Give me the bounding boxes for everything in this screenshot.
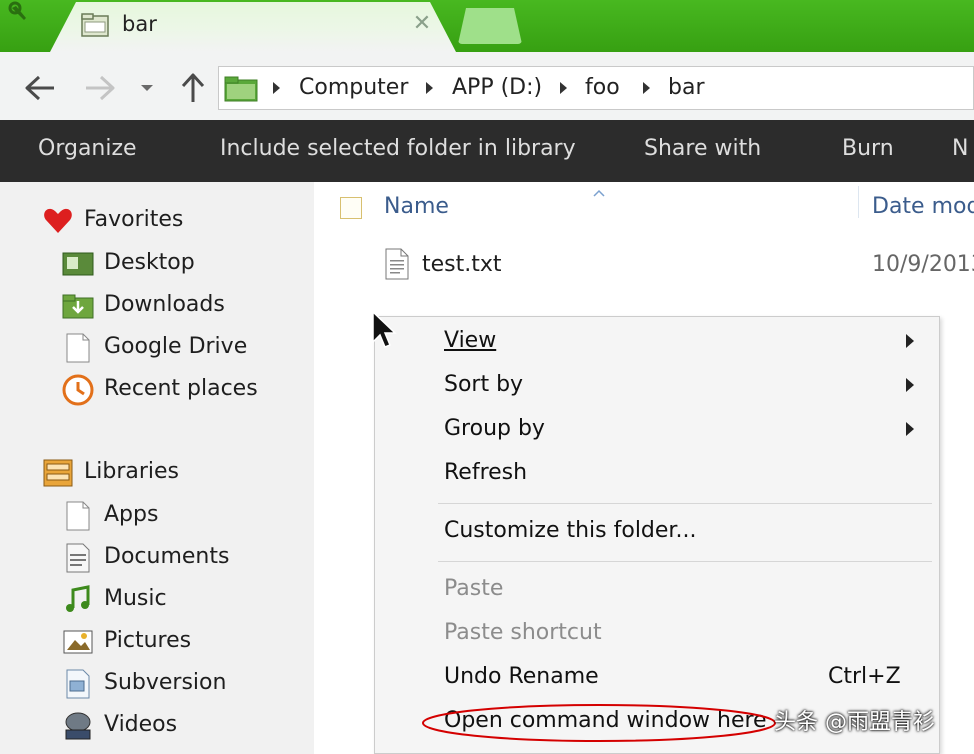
folder-icon [224,76,258,102]
sidebar-item-videos[interactable]: Videos [62,708,282,744]
breadcrumb-app-drive[interactable]: APP (D:) [452,72,542,104]
breadcrumb-separator-icon[interactable] [273,82,280,94]
wrench-icon[interactable] [4,0,44,44]
breadcrumb-separator-icon[interactable] [426,82,433,94]
menu-item-sort-by[interactable]: Sort by [444,372,523,397]
sidebar-item-apps[interactable]: Apps [62,498,282,534]
menu-item-customize-folder[interactable]: Customize this folder... [444,518,696,543]
column-divider[interactable] [858,186,859,218]
burn-button[interactable]: Burn [842,136,894,161]
menu-item-undo-rename[interactable]: Undo Rename [444,664,599,689]
menu-separator [438,561,932,562]
text-file-icon [384,248,410,280]
sidebar-item-desktop[interactable]: Desktop [62,246,282,282]
breadcrumb-bar[interactable]: bar [668,72,705,104]
document-icon [62,500,94,532]
sidebar-item-documents[interactable]: Documents [62,540,282,576]
menu-separator [438,503,932,504]
submenu-arrow-icon [906,378,914,392]
mouse-cursor-icon [370,310,398,352]
subversion-icon [62,668,94,700]
downloads-folder-icon [62,290,94,322]
menu-item-paste-shortcut[interactable]: Paste shortcut [444,620,602,645]
menu-item-group-by[interactable]: Group by [444,416,545,441]
column-header-date-modified[interactable]: Date mod [872,194,974,219]
undo-shortcut-label: Ctrl+Z [828,664,901,689]
file-name[interactable]: test.txt [422,252,502,277]
breadcrumb-separator-icon[interactable] [560,82,567,94]
libraries-header[interactable]: Libraries [42,455,242,491]
library-icon [42,457,74,489]
sidebar-item-recent-places[interactable]: Recent places [62,372,302,408]
organize-button[interactable]: Organize [38,136,137,161]
file-date-modified: 10/9/2013 [872,252,974,277]
column-header-name[interactable]: Name [384,194,449,219]
music-icon [62,584,94,616]
up-arrow-icon[interactable] [176,68,210,108]
tab-bar[interactable] [50,2,456,52]
tab-title: bar [122,12,157,36]
breadcrumb-separator-icon[interactable] [643,82,650,94]
sidebar-item-subversion[interactable]: Subversion [62,666,282,702]
new-folder-button[interactable]: N [952,136,968,161]
document-icon [62,332,94,364]
share-with-button[interactable]: Share with [644,136,761,161]
submenu-arrow-icon [906,334,914,348]
submenu-arrow-icon [906,422,914,436]
chevron-down-icon[interactable] [136,68,158,108]
favorites-header[interactable]: Favorites [42,203,242,239]
heart-icon [42,205,74,237]
include-in-library-button[interactable]: Include selected folder in library [220,136,576,161]
pictures-icon [62,626,94,658]
videos-icon [62,710,94,742]
breadcrumb-foo[interactable]: foo [585,72,620,104]
menu-item-refresh[interactable]: Refresh [444,460,527,485]
sidebar-item-google-drive[interactable]: Google Drive [62,330,282,366]
close-icon[interactable]: ✕ [408,10,436,38]
new-tab-button[interactable] [458,8,522,44]
menu-item-paste[interactable]: Paste [444,576,503,601]
documents-library-icon [62,542,94,574]
folder-icon [80,10,110,40]
desktop-icon [62,248,94,280]
sort-ascending-icon [592,183,606,197]
breadcrumb-computer[interactable]: Computer [299,72,408,104]
back-arrow-icon[interactable] [20,68,60,108]
watermark: 头条 @雨盟青衫 [774,710,935,735]
forward-arrow-icon[interactable] [80,68,120,108]
recent-places-icon [62,374,94,406]
sidebar-item-downloads[interactable]: Downloads [62,288,282,324]
menu-item-view[interactable]: View [444,328,496,353]
select-all-checkbox[interactable] [340,197,362,219]
highlight-oval [420,702,778,744]
sidebar-item-music[interactable]: Music [62,582,282,618]
sidebar-item-pictures[interactable]: Pictures [62,624,282,660]
